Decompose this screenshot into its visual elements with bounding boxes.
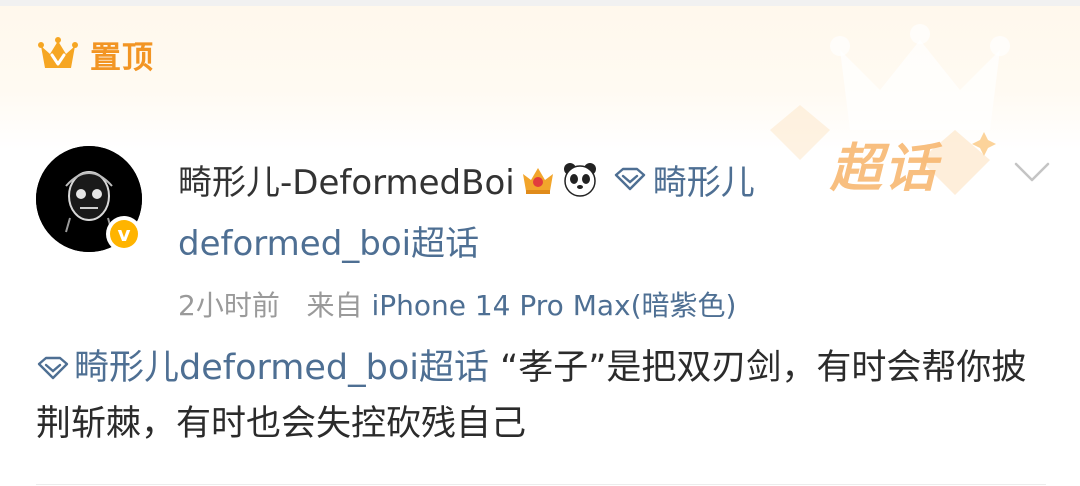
panda-emoji-icon xyxy=(563,163,596,197)
post-card: 置顶 v 畸形儿-DeformedBoi 畸形儿 deformed_boi超话 … xyxy=(0,0,1080,486)
top-divider xyxy=(0,0,1080,6)
topic-diamond-icon xyxy=(614,167,645,191)
author-row: 畸形儿-DeformedBoi 畸形儿 xyxy=(178,154,755,204)
verified-badge-icon: v xyxy=(106,216,142,252)
pinned-label: 置顶 xyxy=(90,39,154,76)
topic-diamond-icon xyxy=(37,356,69,380)
pinned-indicator: 置顶 xyxy=(38,34,154,76)
super-topic-link-continued[interactable]: deformed_boi超话 xyxy=(178,216,479,265)
device-link[interactable]: iPhone 14 Pro Max(暗紫色) xyxy=(371,289,736,322)
post-meta: 2小时前 来自 iPhone 14 Pro Max(暗紫色) xyxy=(178,284,736,324)
bottom-divider xyxy=(36,484,1046,485)
chevron-down-icon[interactable] xyxy=(1012,158,1052,186)
crown-icon xyxy=(38,37,78,68)
username[interactable]: 畸形儿-DeformedBoi xyxy=(178,155,515,204)
post-time: 2小时前 xyxy=(178,289,280,322)
super-topic-link[interactable]: 畸形儿 xyxy=(653,155,755,204)
post-topic-tag[interactable]: 畸形儿deformed_boi超话 xyxy=(74,348,489,388)
crown-emoji-icon xyxy=(522,168,553,194)
source-label: 来自 xyxy=(306,289,363,322)
super-topic-watermark: 超话 xyxy=(830,139,939,199)
post-content: 畸形儿deformed_boi超话 “孝子”是把双刃剑，有时会帮你披荆斩棘，有时… xyxy=(36,340,1046,452)
